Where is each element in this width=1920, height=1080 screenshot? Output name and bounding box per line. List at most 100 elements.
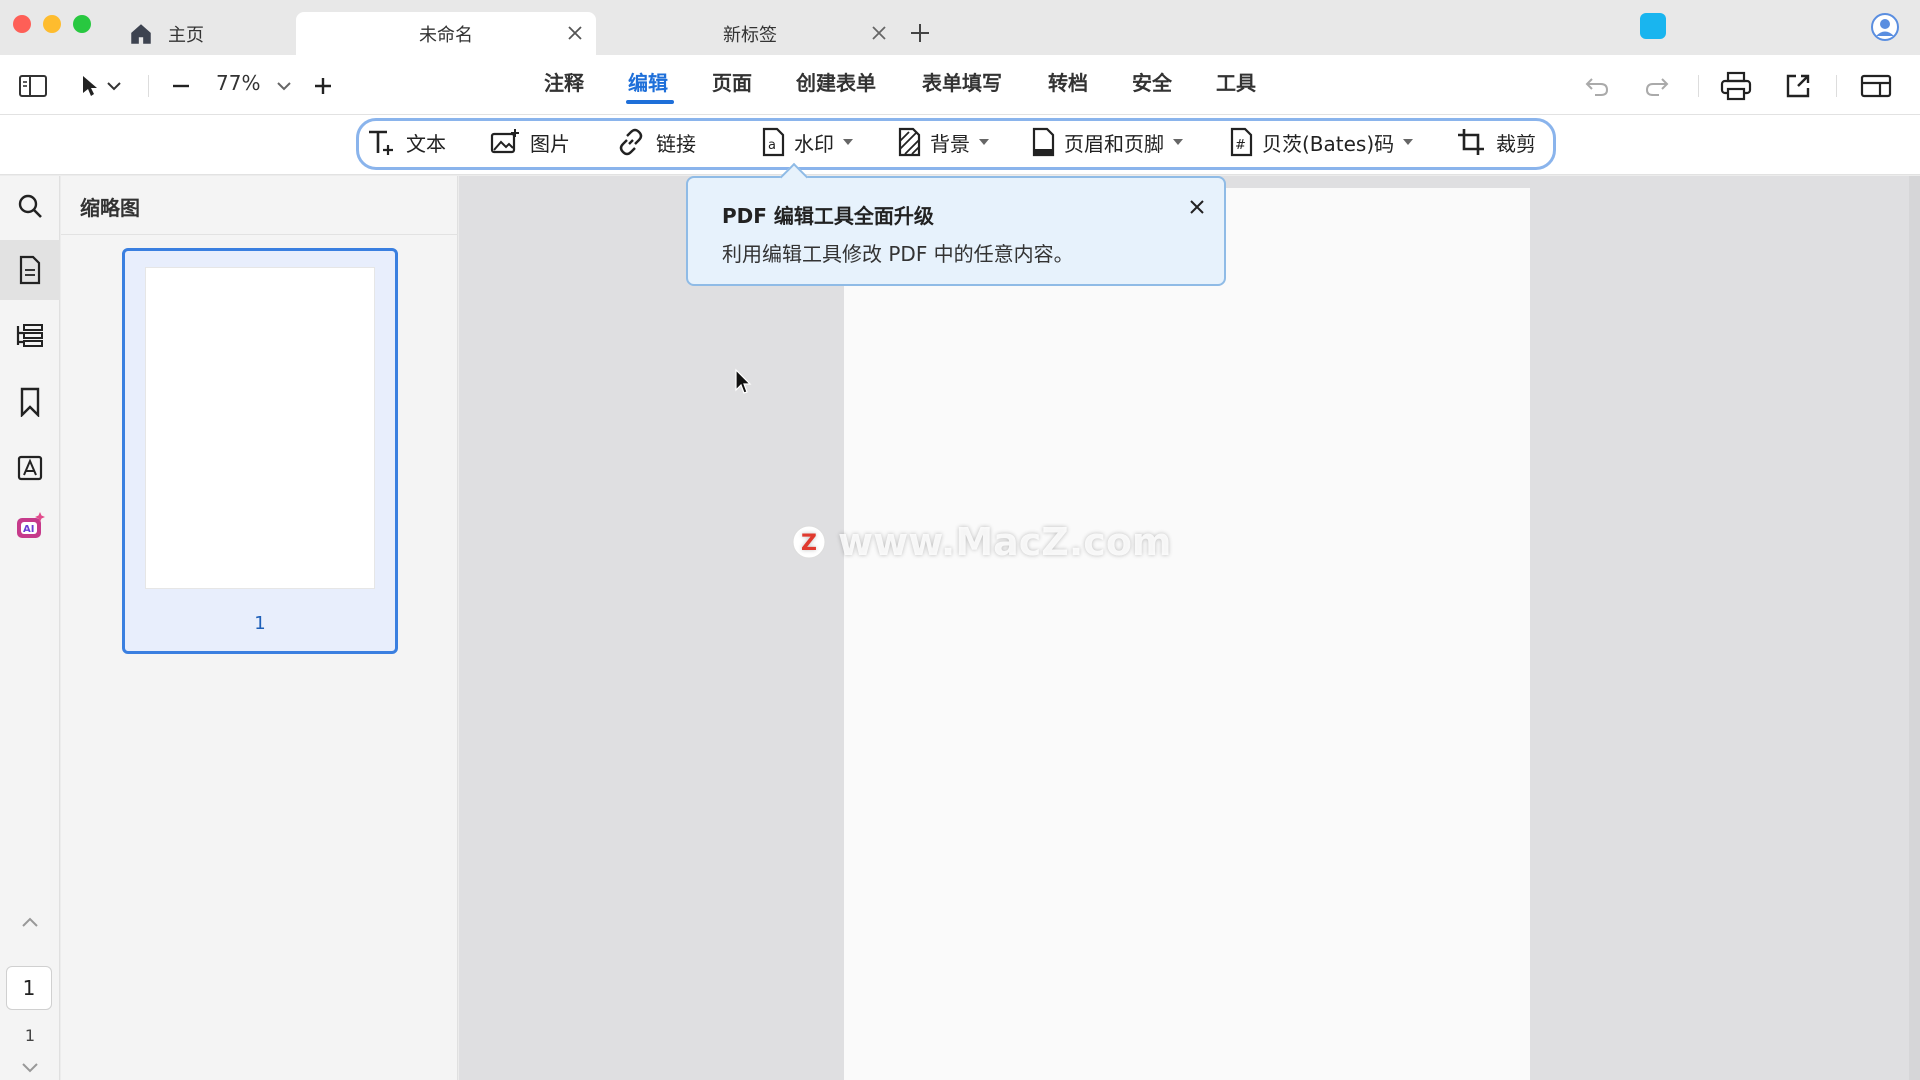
window-close-button[interactable] (13, 15, 31, 33)
redo-button[interactable] (1640, 69, 1674, 103)
background-button[interactable]: 背景 (894, 127, 990, 157)
total-pages: 1 (24, 1026, 36, 1045)
chevron-up-icon (22, 917, 38, 927)
text-box-icon (17, 455, 43, 481)
bookmark-panel-button[interactable] (0, 372, 60, 432)
zoom-level[interactable]: 77% (216, 71, 260, 95)
watermark-icon: a (762, 127, 785, 157)
popover-body: 利用编辑工具修改 PDF 中的任意内容。 (722, 242, 1074, 266)
tab-tools[interactable]: 工具 (1216, 67, 1256, 96)
page-thumbnail[interactable]: 1 (122, 248, 398, 654)
previous-page-button[interactable] (0, 902, 60, 942)
svg-text:a: a (768, 138, 776, 153)
close-icon[interactable] (1188, 198, 1206, 216)
add-tab-icon[interactable] (908, 21, 932, 45)
watermark-label: 水印 (794, 131, 834, 156)
watermark-overlay: Z www.MacZ.com (792, 520, 1172, 564)
edit-subtoolbar: 文本 图片 链接 a 水印 背景 页眉和页脚 # 贝茨(Bates)码 裁剪 (0, 115, 1920, 175)
user-avatar-icon[interactable] (1870, 12, 1900, 42)
app-badge-icon[interactable] (1640, 13, 1666, 39)
tab-new[interactable]: 新标签 (600, 12, 900, 55)
share-button[interactable] (1780, 68, 1816, 104)
minus-icon (173, 84, 189, 88)
add-link-button[interactable]: 链接 (616, 127, 696, 157)
toolbar-divider (1836, 75, 1837, 97)
printer-icon (1720, 71, 1752, 101)
sidebar-toggle-icon (19, 75, 47, 97)
close-icon[interactable] (566, 24, 584, 42)
tab-untitled-label: 未命名 (419, 24, 473, 46)
add-link-label: 链接 (656, 131, 696, 156)
tab-annotate[interactable]: 注释 (544, 67, 584, 96)
select-tool-button[interactable] (76, 69, 126, 103)
vertical-scrollbar[interactable] (1909, 176, 1920, 1080)
bates-number-icon: # (1230, 127, 1253, 157)
header-footer-icon (1032, 127, 1055, 157)
mouse-cursor-icon (735, 368, 752, 394)
active-tab-indicator (626, 100, 674, 104)
watermark-logo-icon: Z (792, 525, 826, 559)
tab-form-fill[interactable]: 表单填写 (922, 67, 1002, 96)
ai-assistant-button[interactable]: AI (0, 496, 60, 556)
pdf-page[interactable] (844, 188, 1530, 1080)
thumbnail-panel-title: 缩略图 (80, 196, 140, 220)
text-panel-button[interactable] (0, 438, 60, 498)
tab-new-label: 新标签 (723, 24, 777, 46)
thumbnail-panel-button[interactable] (0, 240, 60, 300)
page-icon (19, 255, 41, 285)
tab-untitled[interactable]: 未命名 (296, 12, 596, 55)
undo-button[interactable] (1580, 69, 1614, 103)
layout-toggle-button[interactable] (1858, 68, 1894, 104)
background-label: 背景 (930, 131, 970, 156)
left-icon-rail: AI 1 1 (0, 176, 60, 1080)
add-text-button[interactable]: 文本 (366, 127, 446, 157)
plus-icon (315, 78, 331, 94)
toggle-sidebar-button[interactable] (16, 69, 50, 103)
zoom-out-button[interactable] (166, 69, 196, 103)
toolbar-divider (148, 75, 149, 97)
watermark-button[interactable]: a 水印 (758, 127, 854, 157)
background-icon (898, 127, 921, 157)
header-footer-button[interactable]: 页眉和页脚 (1028, 127, 1184, 157)
bookmark-icon (20, 387, 40, 417)
add-text-label: 文本 (406, 131, 446, 156)
ai-icon: AI (17, 512, 45, 538)
chevron-down-icon (107, 82, 121, 91)
svg-text:AI: AI (23, 524, 34, 535)
search-panel-button[interactable] (0, 176, 60, 236)
window-zoom-button[interactable] (73, 15, 91, 33)
panel-divider (61, 234, 458, 235)
toolbar-divider (1698, 75, 1699, 97)
zoom-in-button[interactable] (308, 69, 338, 103)
zoom-dropdown-button[interactable] (272, 69, 296, 103)
window-tab-bar: 主页 未命名 新标签 (0, 0, 1920, 55)
tab-edit[interactable]: 编辑 (628, 67, 668, 96)
current-page-input[interactable]: 1 (6, 966, 52, 1010)
print-button[interactable] (1718, 68, 1754, 104)
thumbnail-page-preview (145, 267, 375, 589)
tab-create-form[interactable]: 创建表单 (796, 67, 876, 96)
chevron-down-icon (277, 82, 291, 91)
crop-icon (1458, 129, 1484, 155)
home-icon (131, 23, 151, 44)
close-icon[interactable] (870, 24, 888, 42)
bates-number-button[interactable]: # 贝茨(Bates)码 (1226, 127, 1414, 157)
add-image-button[interactable]: 图片 (490, 127, 570, 157)
outline-panel-button[interactable] (0, 306, 60, 366)
tab-home-label: 主页 (168, 24, 204, 46)
window-minimize-button[interactable] (43, 15, 61, 33)
main-toolbar: 77% 注释 编辑 页面 创建表单 表单填写 转档 安全 工具 (0, 55, 1920, 115)
document-viewport[interactable]: Z www.MacZ.com (459, 176, 1920, 1080)
outline-icon (16, 324, 43, 347)
svg-text:#: # (1235, 138, 1246, 153)
share-icon (1786, 74, 1810, 98)
thumbnail-panel: 缩略图 1 (61, 176, 458, 1080)
add-image-label: 图片 (530, 131, 570, 156)
tab-page[interactable]: 页面 (712, 67, 752, 96)
next-page-button[interactable] (0, 1056, 60, 1080)
tab-convert[interactable]: 转档 (1048, 67, 1088, 96)
tab-home[interactable]: 主页 (124, 12, 294, 55)
tab-security[interactable]: 安全 (1132, 67, 1172, 96)
feature-tip-popover: PDF 编辑工具全面升级 利用编辑工具修改 PDF 中的任意内容。 (686, 162, 1226, 286)
crop-button[interactable]: 裁剪 (1456, 127, 1536, 157)
